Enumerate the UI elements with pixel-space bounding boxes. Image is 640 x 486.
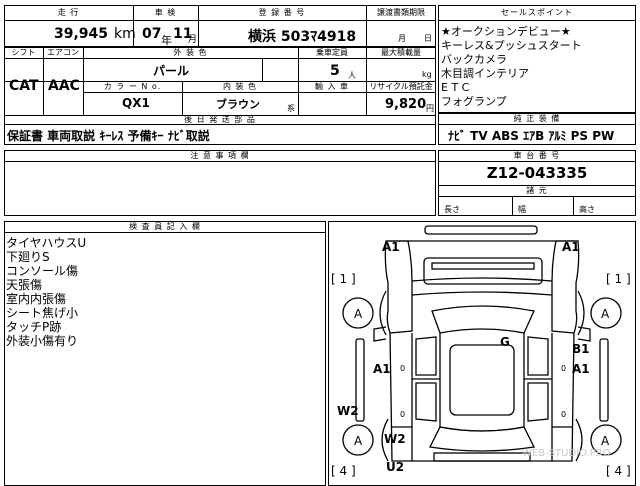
wheel-front-left-mark: A (354, 307, 363, 321)
zero-lower-left: 0 (400, 410, 406, 419)
bracket-left-bottom: [ 4 ] (331, 464, 356, 478)
sales-point-2: キーレス&プッシュスタート (441, 39, 582, 52)
aircon-label: エアコン (47, 48, 79, 57)
zero-right: 0 (561, 364, 567, 373)
sales-point-6: フォグランプ (441, 95, 507, 108)
inspector-note-1: タイヤハウスU (6, 236, 87, 250)
inspection-year-unit: 年 (161, 34, 172, 47)
sales-points-label: セールスポイント (501, 8, 573, 17)
sales-point-3: バックカメラ (441, 53, 507, 66)
inspector-note-8: 外装小傷有り (6, 334, 79, 348)
sales-point-5: E T C (441, 81, 470, 94)
shift-value: CAT (9, 78, 39, 94)
aircon-value: AAC (48, 78, 80, 94)
max-load-label: 最大積載量 (381, 48, 421, 57)
inspection-year: 07 (142, 26, 162, 42)
equipment-value: ﾅﾋﾞ TV ABS ｴｱB ｱﾙﾐ PS PW (448, 129, 615, 143)
wheel-front-right-mark: A (601, 307, 610, 321)
length-label: 長さ (444, 205, 460, 214)
import-label: 輸 入 車 (314, 82, 350, 91)
inspector-note-4: 天張傷 (6, 278, 43, 292)
notes-label: 注 意 事 項 欄 (190, 151, 250, 160)
inspector-note-7: タッチP跡 (6, 320, 62, 334)
inspector-box (4, 221, 326, 486)
damage-a1-side-right: A1 (572, 362, 590, 376)
capacity-label: 乗車定員 (316, 48, 348, 57)
later-parts-value: 保証書 車両取説 ｷｰﾚｽ 予備ｷｰ ﾅﾋﾞ取説 (7, 129, 210, 143)
damage-u2: U2 (386, 460, 405, 474)
equipment-label: 純 正 装 備 (513, 114, 561, 123)
damage-a1-front-right: A1 (562, 240, 580, 254)
interior-color-value: ブラウン (216, 98, 260, 111)
watermark: WEB-STUDIO.PRO (522, 448, 611, 459)
color-no-value: QX1 (122, 96, 150, 110)
capacity-unit: 人 (348, 71, 356, 80)
mileage-value: 39,945 (54, 26, 109, 42)
exterior-color-value: パール (153, 64, 190, 78)
damage-g: G (500, 335, 510, 349)
damage-a1-front-left: A1 (382, 240, 400, 254)
inspector-note-3: コンソール傷 (6, 264, 79, 278)
bracket-left-top: [ 1 ] (331, 272, 356, 286)
zero-left: 0 (400, 364, 406, 373)
exterior-color-label: 外 装 色 (173, 48, 208, 57)
registration-value: 横浜 503ﾏ4918 (248, 29, 357, 45)
interior-suffix: 系 (287, 104, 295, 113)
inspector-note-6: シート焦げ小 (6, 306, 79, 320)
bracket-right-bottom: [ 4 ] (606, 464, 631, 478)
transfer-day-unit: 日 (424, 34, 432, 43)
inspection-month-unit: 月 (188, 35, 198, 45)
bracket-right-top: [ 1 ] (606, 272, 631, 286)
dims-label: 諸 元 (526, 186, 548, 195)
damage-b1: B1 (572, 342, 590, 356)
height-label: 高さ (579, 205, 595, 214)
chassis-value: Z12-043335 (486, 164, 588, 182)
recycle-value: 9,820 (385, 97, 427, 112)
mileage-label: 走 行 (57, 8, 80, 17)
inspector-note-2: 下廻りS (6, 250, 50, 264)
load-unit: kg (422, 70, 432, 79)
width-label: 幅 (518, 205, 526, 214)
later-parts-label: 後 日 発 送 部 品 (184, 115, 256, 124)
interior-color-label: 内 装 色 (222, 82, 258, 91)
recycle-label: リサイクル預託金 (369, 82, 433, 91)
transfer-month-unit: 月 (398, 34, 406, 43)
sales-point-1: ★オークションデビュー★ (441, 25, 571, 38)
zero-lower-right: 0 (561, 410, 567, 419)
mileage-unit: km (114, 26, 136, 42)
damage-w2-rear: W2 (384, 432, 406, 446)
wheel-rear-left-mark: A (354, 434, 363, 448)
registration-label: 登 録 番 号 (258, 8, 306, 17)
damage-a1-side-left: A1 (373, 362, 391, 376)
capacity-value: 5 (330, 63, 340, 79)
inspector-note-5: 室内内張傷 (6, 292, 67, 306)
recycle-unit: 円 (426, 104, 434, 113)
transfer-deadline-label: 譲渡書類期限 (377, 8, 425, 17)
sales-point-4: 木目調インテリア (441, 67, 529, 80)
wheel-rear-right-mark: A (601, 434, 610, 448)
inspection-label: 車 検 (154, 8, 177, 17)
chassis-label: 車 台 番 号 (513, 151, 561, 160)
damage-w2-left: W2 (337, 404, 359, 418)
shift-label: シフト (11, 48, 36, 57)
inspector-label: 検 査 員 記 入 欄 (129, 222, 201, 231)
car-outline-diagram (342, 225, 622, 462)
color-no-label: カ ラ ー N o. (103, 82, 162, 91)
